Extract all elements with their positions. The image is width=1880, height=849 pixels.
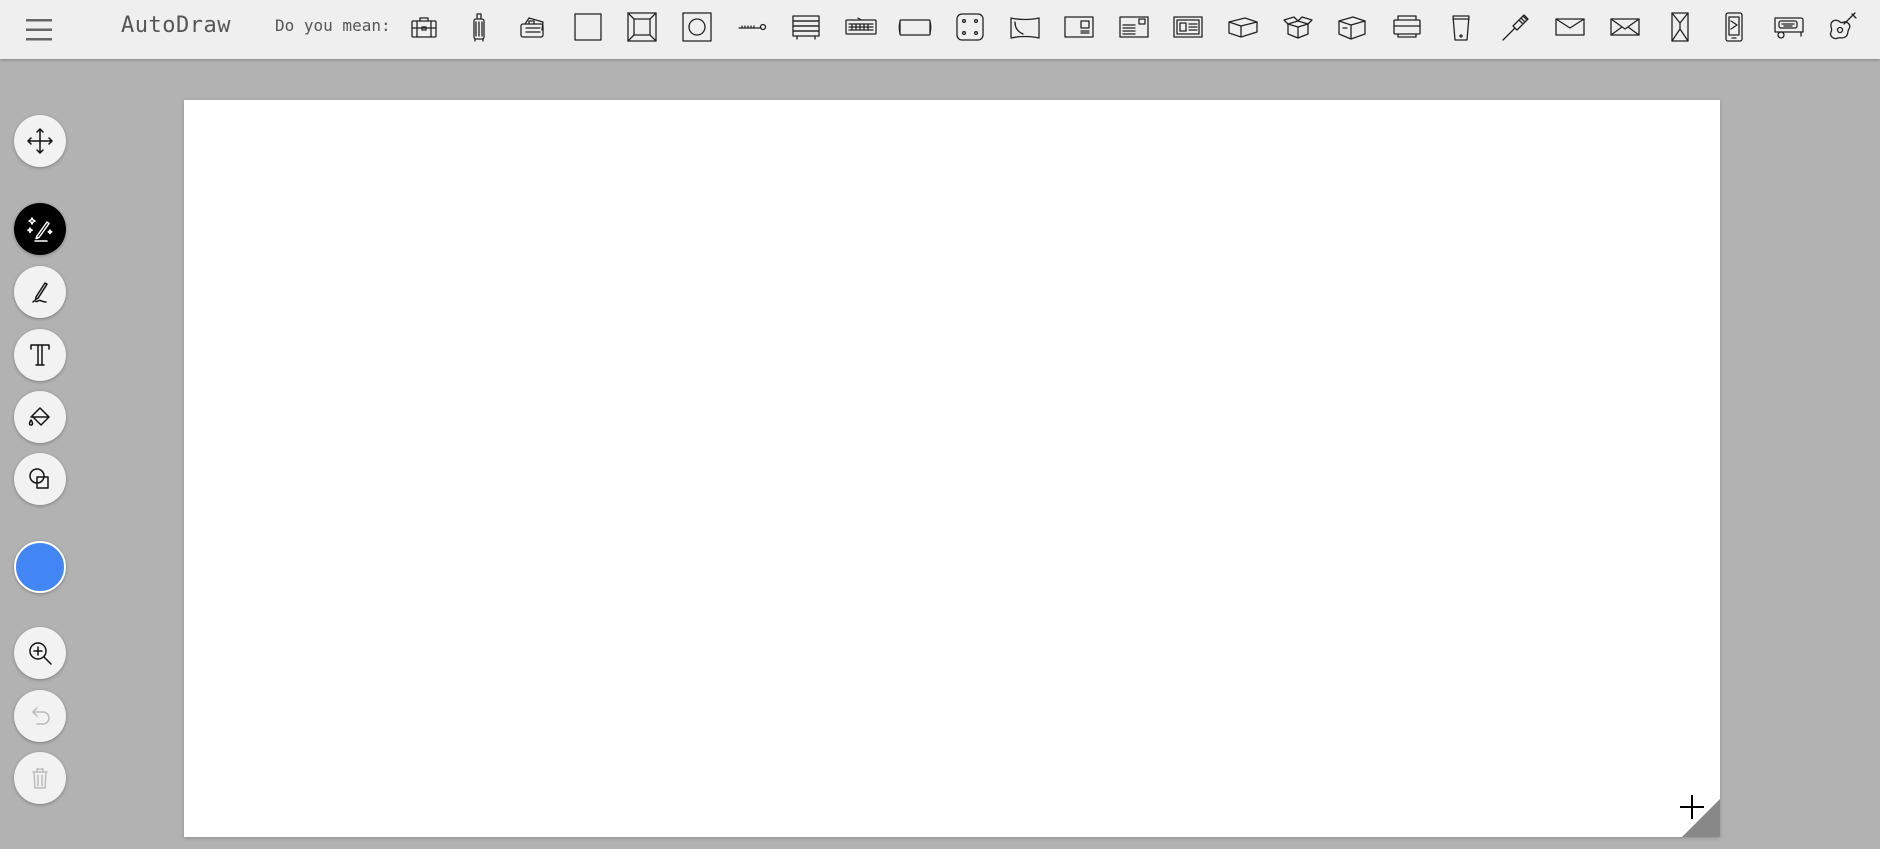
shapes-icon bbox=[29, 468, 49, 489]
postcard-icon[interactable] bbox=[1112, 5, 1156, 49]
undo-icon bbox=[32, 707, 50, 725]
shape-tool-button[interactable] bbox=[14, 453, 66, 505]
printer-icon[interactable] bbox=[1385, 5, 1429, 49]
storage-box-icon[interactable] bbox=[1330, 5, 1374, 49]
open-box-icon[interactable] bbox=[1276, 5, 1320, 49]
keyboard-icon[interactable] bbox=[839, 5, 883, 49]
square-circle-icon[interactable] bbox=[675, 5, 719, 49]
top-bar: AutoDraw Do you mean: bbox=[0, 0, 1880, 59]
envelope-icon[interactable] bbox=[1548, 5, 1592, 49]
open-envelope-icon[interactable] bbox=[1603, 5, 1647, 49]
move-arrows-icon bbox=[27, 128, 53, 154]
closed-box-icon[interactable] bbox=[1221, 5, 1265, 49]
paint-bucket-icon bbox=[28, 407, 50, 426]
dice-icon[interactable] bbox=[948, 5, 992, 49]
rolling-suitcase-icon[interactable] bbox=[457, 5, 501, 49]
drawing-canvas[interactable] bbox=[184, 100, 1720, 837]
autodraw-tool-button[interactable] bbox=[14, 203, 66, 255]
suggestions-label: Do you mean: bbox=[275, 16, 391, 35]
hamburger-menu-icon[interactable] bbox=[22, 13, 56, 47]
briefcase-icon[interactable] bbox=[402, 5, 446, 49]
magic-pencil-icon bbox=[27, 217, 53, 242]
color-picker-swatch[interactable] bbox=[14, 541, 66, 593]
undo-button[interactable] bbox=[14, 690, 66, 742]
fill-tool-button[interactable] bbox=[14, 391, 66, 443]
guitar-icon[interactable] bbox=[1821, 5, 1865, 49]
app-title[interactable]: AutoDraw bbox=[121, 11, 231, 41]
pencil-icon bbox=[32, 282, 48, 303]
zoom-button[interactable] bbox=[14, 627, 66, 679]
zoom-in-icon bbox=[29, 642, 52, 665]
paintbrush-icon[interactable] bbox=[1494, 5, 1538, 49]
suggestion-bar bbox=[402, 5, 1865, 49]
delete-button[interactable] bbox=[14, 752, 66, 804]
text-t-icon bbox=[30, 344, 50, 366]
rounded-rectangle-icon[interactable] bbox=[893, 5, 937, 49]
stacked-luggage-icon[interactable] bbox=[511, 5, 555, 49]
door-icon[interactable] bbox=[1658, 5, 1702, 49]
draw-tool-button[interactable] bbox=[14, 266, 66, 318]
trash-icon bbox=[32, 768, 48, 789]
move-tool-button[interactable] bbox=[14, 115, 66, 167]
business-card-icon[interactable] bbox=[1166, 5, 1210, 49]
phone-case-icon[interactable] bbox=[1712, 5, 1756, 49]
phone-stand-icon[interactable] bbox=[1439, 5, 1483, 49]
curved-frame-icon[interactable] bbox=[1003, 5, 1047, 49]
key-icon[interactable] bbox=[730, 5, 774, 49]
id-card-icon[interactable] bbox=[1057, 5, 1101, 49]
canvas-resize-handle[interactable] bbox=[1682, 799, 1720, 837]
framed-square-icon[interactable] bbox=[620, 5, 664, 49]
square-frame-icon[interactable] bbox=[566, 5, 610, 49]
stacked-books-icon[interactable] bbox=[784, 5, 828, 49]
camper-icon[interactable] bbox=[1767, 5, 1811, 49]
type-tool-button[interactable] bbox=[14, 329, 66, 381]
